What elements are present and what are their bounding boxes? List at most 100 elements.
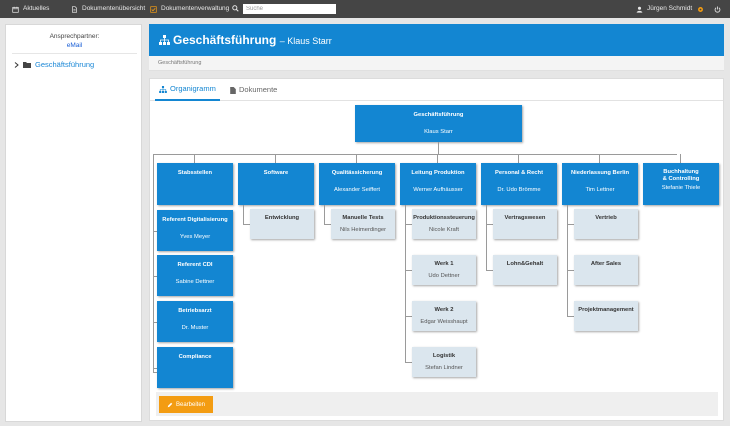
org-connector [486, 270, 493, 271]
org-node-person: Sabine Dettner [175, 279, 215, 285]
org-node-title: Software [263, 170, 289, 176]
org-node-stabsstellen[interactable]: Stabsstellen [157, 163, 233, 205]
org-node-vertragswesen[interactable]: Vertragswesen [493, 209, 557, 239]
org-node-qualitässicherung[interactable]: Qualitässicherung Alexander Seiffert [319, 163, 395, 205]
org-node-projektmanagement[interactable]: Projektmanagement [574, 301, 638, 331]
org-connector [153, 372, 157, 373]
tab-dokumente[interactable]: Dokumente [226, 79, 281, 101]
org-connector [486, 205, 487, 270]
org-connector [599, 154, 600, 163]
sitemap-icon [159, 35, 170, 45]
org-node-compliance[interactable]: Compliance [157, 347, 233, 388]
org-node-title: Referent Digitalisierung [162, 217, 228, 223]
edit-button[interactable]: Bearbeiten [159, 396, 213, 413]
org-node-after-sales[interactable]: After Sales [574, 255, 638, 285]
nav-item-aktuelles[interactable]: Aktuelles [12, 0, 49, 18]
org-node-person: Yves Meyer [179, 234, 211, 240]
org-node-werk-1[interactable]: Werk 1 Udo Dettner [412, 255, 476, 285]
settings-gear-icon[interactable] [697, 6, 704, 13]
power-icon[interactable] [714, 6, 721, 13]
search-icon[interactable] [232, 5, 239, 12]
org-node-geschäftsführung[interactable]: Geschäftsführung Klaus Starr [355, 105, 522, 142]
org-node-title: Produktionssteuerung [413, 215, 475, 221]
org-connector [405, 316, 412, 317]
org-node-title: Personal & Recht [495, 170, 543, 176]
org-node-person: Edgar Weisshaupt [420, 319, 468, 325]
document-icon [230, 86, 236, 94]
org-node-person: Werner Aufhäusser [413, 187, 463, 193]
org-connector [194, 154, 195, 163]
org-node-person: Tim Lettner [585, 187, 615, 193]
org-connector [243, 205, 244, 224]
calendar-icon [12, 6, 19, 13]
org-node-referent-digitalisierung[interactable]: Referent Digitalisierung Yves Meyer [157, 210, 233, 251]
org-connector [405, 362, 412, 363]
contact-email-link[interactable]: eMail [6, 42, 143, 49]
tab-organigramm[interactable]: Organigramm [155, 79, 220, 101]
org-node-title: Geschäftsführung [413, 112, 464, 118]
org-connector [680, 154, 681, 163]
org-node-logistik[interactable]: Logistik Stefan Lindner [412, 347, 476, 377]
org-node-leitung-produktion[interactable]: Leitung Produktion Werner Aufhäusser [400, 163, 476, 205]
org-connector [405, 205, 406, 362]
org-node-person: Dr. Muster [181, 325, 209, 331]
org-node-niederlassung-berlin[interactable]: Niederlassung Berlin Tim Lettner [562, 163, 638, 205]
org-node-betriebsarzt[interactable]: Betriebsarzt Dr. Muster [157, 301, 233, 342]
org-node-produktionssteuerung[interactable]: Produktionssteuerung Nicole Kraft [412, 209, 476, 239]
nav-item-label: Dokumentenverwaltung [161, 5, 230, 12]
org-node-entwicklung[interactable]: Entwicklung [250, 209, 314, 239]
org-connector [518, 154, 519, 163]
org-node-title: Vertrieb [595, 215, 617, 221]
org-node-software[interactable]: Software [238, 163, 314, 205]
org-node-title: Manuelle Tests [342, 215, 384, 221]
org-connector [324, 224, 331, 225]
tab-bar: Organigramm Dokumente [150, 79, 723, 101]
tree-item-geschaeftsfuehrung[interactable]: Geschäftsführung [14, 60, 94, 69]
nav-item-dokumentenverwaltung[interactable]: Dokumentenverwaltung [150, 0, 229, 18]
org-node-lohn-gehalt[interactable]: Lohn&Gehalt [493, 255, 557, 285]
org-node-title: After Sales [590, 261, 622, 267]
org-node-person: Nicole Kraft [429, 227, 459, 233]
org-node-personal-recht[interactable]: Personal & Recht Dr. Udo Brömme [481, 163, 557, 205]
org-connector [567, 205, 568, 316]
org-connector [567, 270, 574, 271]
breadcrumb[interactable]: Geschäftsführung [149, 56, 724, 71]
org-node-person: Stefan Lindner [425, 365, 463, 371]
org-connector [153, 154, 154, 372]
sitemap-icon [159, 85, 167, 93]
org-node-vertrieb[interactable]: Vertrieb [574, 209, 638, 239]
org-node-person: Alexander Seiffert [334, 187, 380, 193]
tab-label: Organigramm [170, 84, 216, 93]
nav-item-label: Aktuelles [23, 5, 50, 12]
org-connector [405, 270, 412, 271]
org-connector [324, 205, 325, 224]
org-node-manuelle-tests[interactable]: Manuelle Tests Nils Heimerdinger [331, 209, 395, 239]
org-connector [437, 154, 438, 163]
pencil-icon [167, 402, 173, 407]
content-panel: Organigramm Dokumente Geschäftsführung Kl… [149, 78, 724, 421]
nav-item-dokumentenuebersicht[interactable]: Dokumentenübersicht [71, 0, 145, 18]
org-node-person: Klaus Starr [424, 129, 453, 135]
org-node-title: Werk 1 [434, 261, 454, 267]
user-name: Jürgen Schmidt [647, 5, 693, 12]
tab-label: Dokumente [239, 85, 278, 94]
checklist-icon [150, 5, 157, 13]
top-navigation-bar: Aktuelles Dokumentenübersicht Dokumenten… [0, 0, 730, 18]
page-header: Geschäftsführung – Klaus Starr [149, 24, 724, 56]
document-icon [72, 5, 77, 13]
org-connector [275, 154, 276, 163]
user-menu[interactable]: Jürgen Schmidt [636, 0, 692, 18]
org-node-werk-2[interactable]: Werk 2 Edgar Weisshaupt [412, 301, 476, 331]
chevron-right-icon[interactable] [14, 61, 19, 68]
org-node-title: Stabsstellen [177, 170, 213, 176]
user-icon [636, 6, 643, 13]
org-node-title: Leitung Produktion [411, 170, 465, 176]
search-input[interactable] [243, 4, 336, 14]
page-title: Geschäftsführung – Klaus Starr [173, 33, 332, 47]
org-node-title: Vertragswesen [504, 215, 546, 221]
org-node-title: Logistik [432, 353, 456, 359]
org-node-referent-cdi[interactable]: Referent CDI Sabine Dettner [157, 255, 233, 296]
org-node-person: Nils Heimerdinger [339, 227, 387, 233]
org-connector [243, 224, 250, 225]
org-node-buchhaltung-controlling[interactable]: Buchhaltung & Controlling Stefanie Thiele [643, 163, 719, 205]
